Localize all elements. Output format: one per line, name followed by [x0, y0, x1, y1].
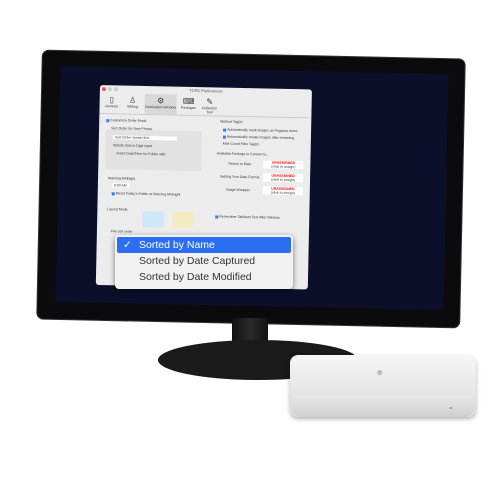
menu-item-sorted-by-date-captured[interactable]: Sorted by Date Captured [117, 253, 291, 269]
minimize-button[interactable] [107, 87, 112, 92]
auto-create-checkbox[interactable]: Automatically create images after renami… [222, 135, 294, 140]
package-header: Available Package to Convert to... [216, 151, 270, 157]
zoom-button[interactable] [113, 87, 118, 92]
keyboard-icon: ⌨ [182, 96, 195, 106]
row-label: Return to Main [228, 161, 252, 167]
sort-header: Sort Order for New Photos [111, 126, 153, 132]
close-button[interactable] [101, 87, 106, 92]
method-header: Method Tag(s) [220, 119, 243, 124]
tab-destination-window[interactable]: ⚙ Destination Window [144, 93, 177, 115]
max-count-option[interactable]: Max Count Files Tag(s) [223, 142, 259, 147]
reset-checkbox[interactable]: Reset Today's Folder at Warning Midnight [111, 191, 180, 197]
mac-mini: ● [290, 355, 476, 417]
sort-order-dropdown: ✓ Sorted by Name Sorted by Date Captured … [115, 235, 293, 289]
mac-mini-front [293, 395, 473, 417]
menu-item-sorted-by-name[interactable]: ✓ Sorted by Name [117, 237, 291, 253]
toolbar: ▯ General ♙ Writing ⚙ Destination Window ⌨ P… [99, 92, 312, 119]
auto-mark-checkbox[interactable]: Automatically mark images as Pegasus ite… [223, 128, 298, 133]
window-title: TCPS Preferences [189, 87, 223, 94]
warning-label: Warning Midnight [108, 176, 136, 181]
figure-icon: ♙ [129, 95, 137, 105]
checkmark-icon: ✓ [123, 239, 132, 251]
time-field[interactable]: 9:00 AM [111, 183, 129, 188]
menu-item-sorted-by-date-modified[interactable]: Sorted by Date Modified [117, 269, 291, 285]
row-label: Setting Your Date Format [220, 174, 260, 180]
tab-packages[interactable]: ⌨ Packages [179, 95, 197, 115]
assign-button-2[interactable]: UNASSIGNED (click to assign) [263, 173, 304, 183]
remember-checkbox[interactable]: Remember Tab/Item Text After Window [215, 214, 280, 220]
tab-collection-tool[interactable]: ✎ Collection Tool [200, 95, 218, 115]
layout-option-2[interactable] [172, 211, 195, 229]
apple-logo-icon: ● [376, 365, 384, 379]
option-include-dots[interactable]: Include dots in Digit input [113, 143, 152, 148]
assign-button-1[interactable]: UNASSIGNED (click to assign) [263, 160, 304, 170]
assign-button-3[interactable]: UNASSIGNED (click to assign) [262, 186, 303, 196]
layout-option-1[interactable] [142, 210, 165, 228]
customize-checkbox[interactable]: Customize Order Mode [106, 118, 146, 123]
tab-writing[interactable]: ♙ Writing [123, 94, 141, 114]
document-icon: ▯ [109, 95, 114, 105]
tab-general[interactable]: ▯ General [102, 93, 120, 113]
pencil-icon: ✎ [206, 97, 214, 107]
sort-label: File sort order [110, 229, 133, 234]
status-led [450, 407, 452, 409]
layout-label: Layout Mode [107, 207, 128, 212]
row-label: Image Wrapper [225, 187, 250, 193]
